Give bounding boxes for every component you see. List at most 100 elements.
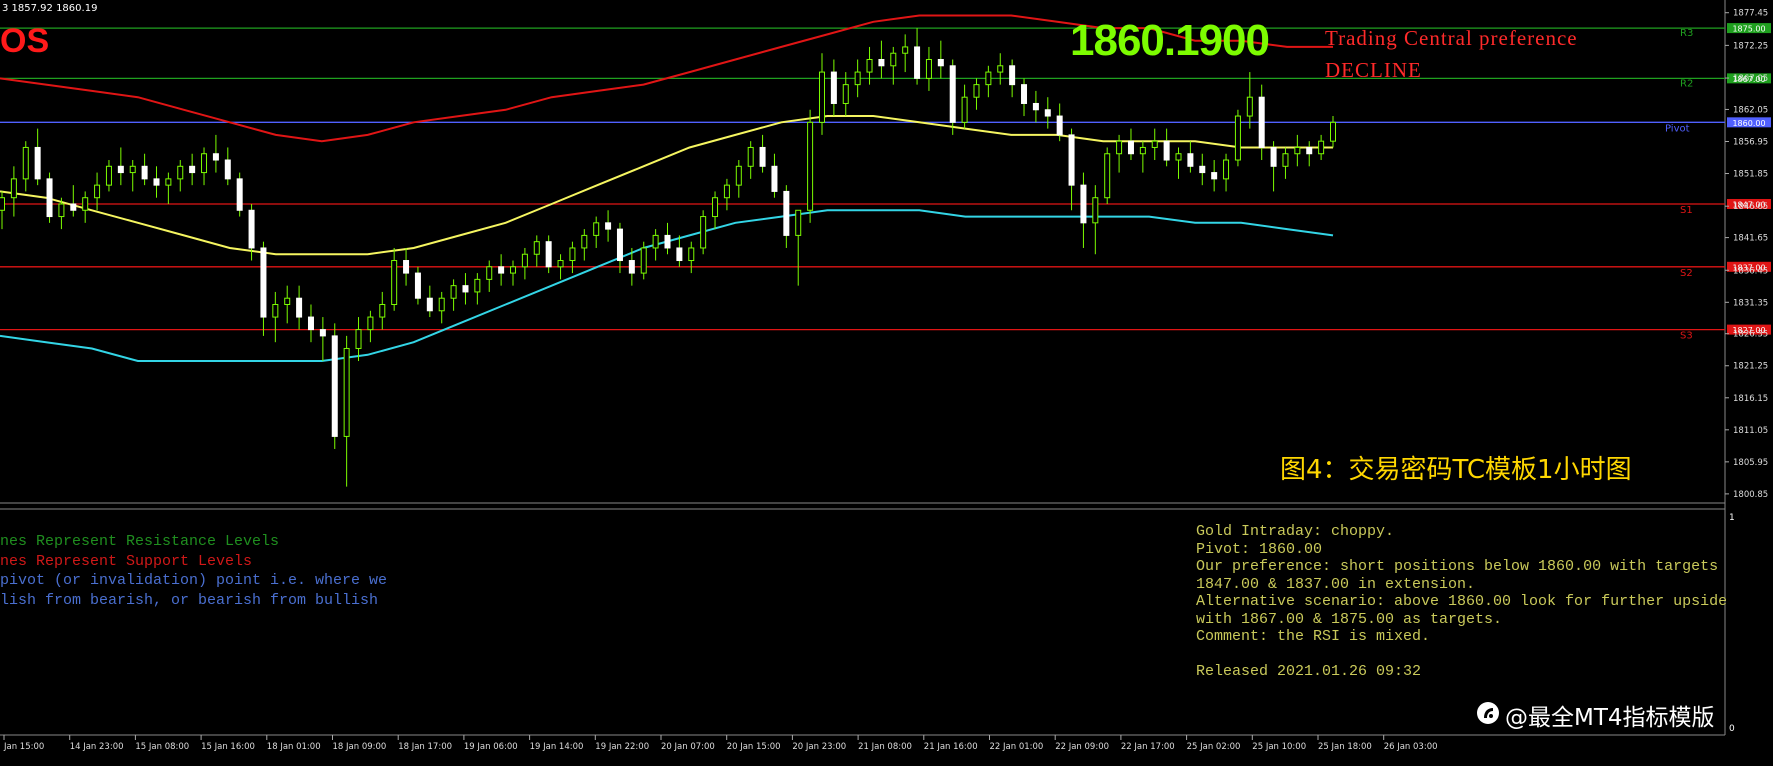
candle-body	[498, 266, 505, 274]
candle-body	[355, 329, 362, 349]
candle-body	[688, 247, 695, 262]
candle-body	[82, 197, 89, 211]
candle-body	[129, 165, 136, 174]
time-tick-label: 15 Jan 08:00	[135, 742, 189, 752]
candle-body	[854, 71, 861, 86]
candle-body	[937, 59, 944, 67]
candle-body	[1258, 96, 1265, 148]
candle-body	[319, 329, 326, 337]
time-tick-label: 25 Jan 02:00	[1187, 742, 1241, 752]
candle-body	[474, 278, 481, 293]
candle-body	[1330, 121, 1336, 142]
candle-body	[771, 165, 778, 192]
candle-body	[1246, 96, 1253, 117]
candle-body	[58, 203, 65, 218]
candle-body	[616, 228, 623, 262]
ohlc-readout: 3 1857.92 1860.19	[2, 3, 98, 14]
candle-body	[1187, 153, 1194, 167]
candle-body	[94, 184, 101, 199]
candle-body	[1080, 184, 1087, 224]
commentary-line: Comment: the RSI is mixed.	[1196, 628, 1431, 645]
time-tick-label: 21 Jan 16:00	[924, 742, 978, 752]
candle-body	[343, 347, 350, 437]
preference-title: Trading Central preference	[1325, 26, 1578, 50]
candle-body	[581, 234, 588, 249]
candle-body	[557, 260, 564, 268]
symbol-label: OS	[0, 22, 50, 60]
candle-body	[236, 178, 243, 211]
candle-body	[22, 146, 29, 180]
candle-body	[224, 159, 231, 180]
legend-pivot-2: lish from bearish, or bearish from bulli…	[0, 591, 379, 609]
candle-body	[1068, 134, 1075, 186]
price-tick-label: 1877.45	[1733, 9, 1768, 19]
time-tick-label: 19 Jan 14:00	[530, 742, 584, 752]
candle-body	[248, 209, 255, 249]
candle-body	[545, 241, 552, 268]
candle-body	[367, 316, 374, 331]
legend-panel: nes Represent Resistance Levels nes Repr…	[0, 532, 387, 610]
candle-body	[818, 71, 825, 123]
candle-body	[10, 178, 17, 199]
price-tick-label: 1841.65	[1733, 234, 1768, 244]
candle-body	[925, 59, 932, 79]
mt4-chart-window: R3 1875.00 R2 1867.00 Pivot 1860.00 S1 1847.00 S…	[0, 0, 1773, 761]
time-tick-label: Jan 15:00	[3, 742, 44, 752]
time-tick-label: 18 Jan 17:00	[398, 742, 452, 752]
indicator-scale-bottom: 0	[1729, 724, 1735, 734]
price-tick-label: 1862.05	[1733, 105, 1768, 115]
candle-body	[0, 197, 5, 211]
candle-body	[403, 260, 410, 274]
time-tick-label: 15 Jan 16:00	[201, 742, 255, 752]
time-tick-label: 19 Jan 06:00	[464, 742, 518, 752]
price-tick-label: 1851.85	[1733, 170, 1768, 180]
price-tick-label: 1811.05	[1733, 426, 1768, 436]
candle-body	[1127, 140, 1134, 155]
time-tick-label: 22 Jan 01:00	[990, 742, 1044, 752]
candle-body	[153, 178, 160, 186]
lower-band-line	[0, 209, 1334, 362]
candle-body	[462, 285, 469, 293]
candle-body	[414, 272, 421, 299]
candle-body	[700, 216, 707, 249]
level-label-s3: S3	[1680, 331, 1693, 342]
legend-resistance: nes Represent Resistance Levels	[0, 533, 280, 550]
candle-body	[676, 247, 683, 262]
commentary-line: Gold Intraday: choppy.	[1196, 523, 1395, 540]
price-tick-label: 1821.25	[1733, 362, 1768, 372]
candle-body	[260, 247, 267, 318]
candle-body	[141, 165, 148, 180]
candle-body	[1163, 140, 1170, 161]
candle-body	[997, 65, 1004, 73]
middle-band-line	[0, 115, 1333, 256]
price-tick-label: 1856.95	[1733, 137, 1768, 147]
time-tick-label: 25 Jan 10:00	[1252, 742, 1306, 752]
candle-body	[34, 146, 41, 180]
candle-body	[1021, 84, 1028, 104]
commentary-line: with 1867.00 & 1875.00 as targets.	[1196, 610, 1503, 628]
level-label-s2: S2	[1680, 268, 1693, 279]
candle-body	[510, 266, 517, 274]
legend-support: nes Represent Support Levels	[0, 552, 253, 570]
candle-body	[284, 297, 291, 305]
candle-body	[1294, 146, 1301, 155]
candle-body	[961, 96, 968, 123]
price-tick-label: 1831.35	[1733, 298, 1768, 308]
candle-body	[1223, 159, 1230, 180]
candle-body	[426, 297, 433, 312]
candle-body	[1092, 197, 1099, 224]
indicator-scale-top: 1	[1729, 513, 1735, 523]
candle-body	[914, 46, 921, 79]
candle-body	[1270, 146, 1277, 167]
candle-body	[628, 260, 635, 274]
candle-body	[949, 65, 956, 123]
level-label-r2: R2	[1680, 78, 1693, 89]
candle-body	[521, 253, 528, 268]
price-tick-label: 1867.05	[1733, 74, 1768, 84]
candle-body	[973, 84, 980, 98]
candle-body	[759, 146, 766, 167]
candle-body	[735, 165, 742, 186]
candle-body	[272, 303, 279, 318]
candle-body	[189, 165, 196, 174]
commentary-panel: Gold Intraday: choppy. Pivot: 1860.00 Ou…	[1196, 523, 1726, 681]
